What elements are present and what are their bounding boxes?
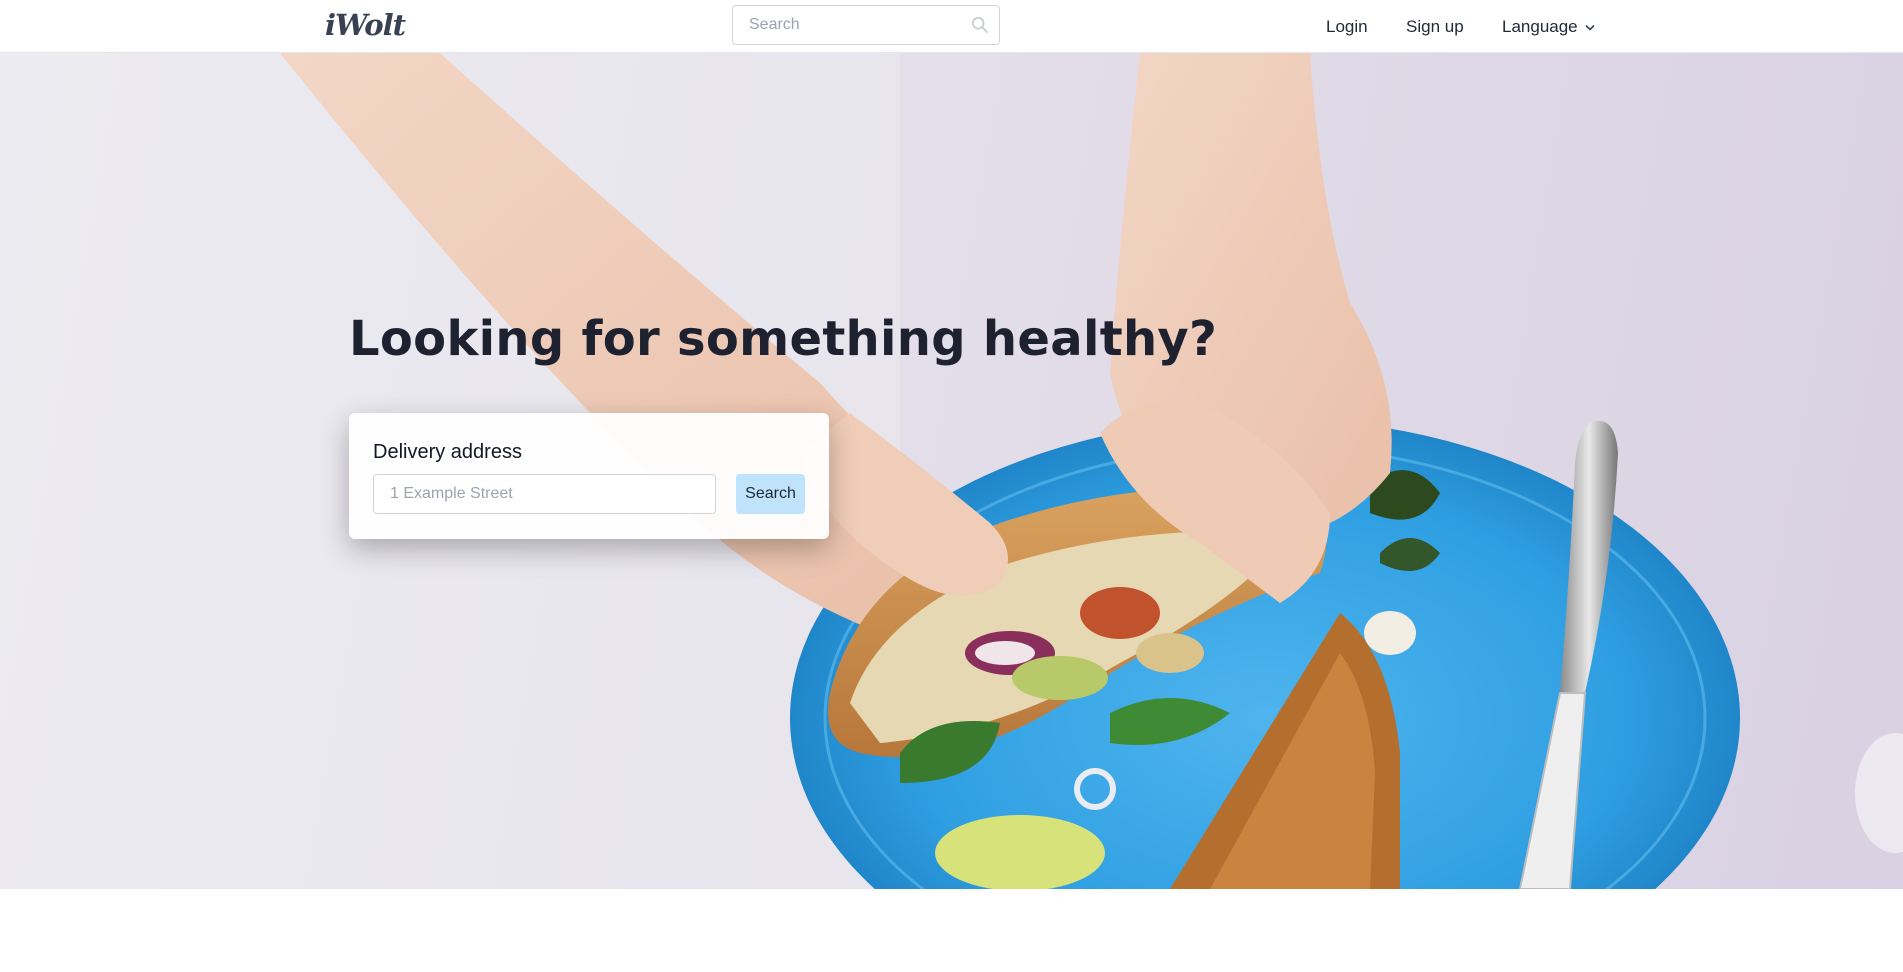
login-link[interactable]: Login <box>1326 0 1368 53</box>
iwolt-logo[interactable]: iWolt <box>325 8 406 42</box>
hero-food-photo <box>0 53 1903 889</box>
language-label: Language <box>1502 17 1578 36</box>
signup-link[interactable]: Sign up <box>1406 0 1464 53</box>
delivery-address-card: Delivery address Search <box>349 413 829 539</box>
hero-banner: Looking for something healthy? Delivery … <box>0 53 1903 889</box>
delivery-address-input[interactable] <box>373 474 716 514</box>
header-search-input[interactable] <box>733 6 963 44</box>
address-search-button[interactable]: Search <box>736 474 805 514</box>
language-dropdown[interactable]: Language <box>1502 0 1596 53</box>
chevron-down-icon <box>1585 24 1594 30</box>
header-search-box <box>732 5 1000 45</box>
hero-headline: Looking for something healthy? <box>349 311 1218 367</box>
search-icon[interactable] <box>971 16 989 34</box>
delivery-address-label: Delivery address <box>373 441 522 463</box>
top-navigation-bar: iWolt Login Sign up Language <box>0 0 1903 53</box>
